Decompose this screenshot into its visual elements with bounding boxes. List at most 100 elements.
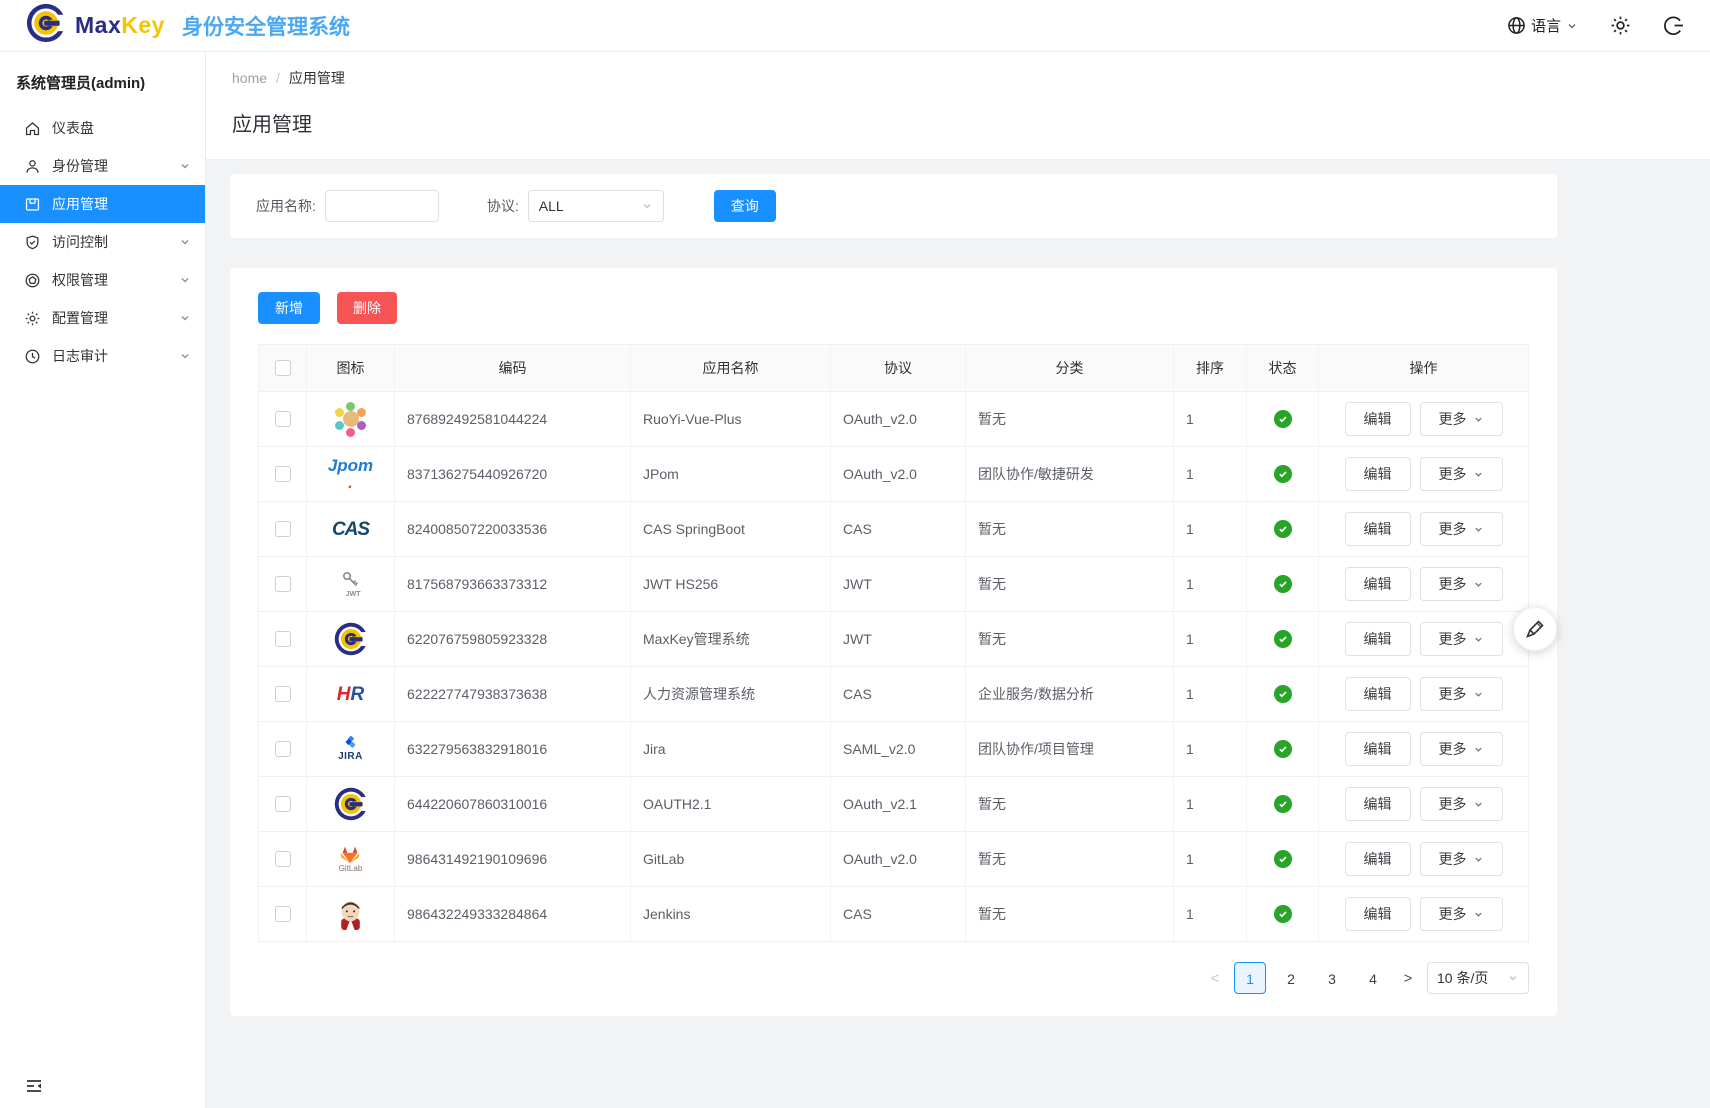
edit-button[interactable]: 编辑 [1345,677,1411,711]
logout-icon[interactable] [1663,15,1684,36]
col-status: 状态 [1247,345,1319,391]
breadcrumb-home[interactable]: home [232,70,267,86]
edit-button[interactable]: 编辑 [1345,457,1411,491]
more-button[interactable]: 更多 [1420,787,1503,821]
delete-button[interactable]: 删除 [337,292,397,324]
more-button[interactable]: 更多 [1420,512,1503,546]
app-icon-cell: JIRA [307,722,395,776]
breadcrumb: home / 应用管理 [232,68,1684,88]
status-enabled-icon [1274,740,1292,758]
protocol-select[interactable]: ALL [528,190,664,222]
more-button[interactable]: 更多 [1420,842,1503,876]
more-button[interactable]: 更多 [1420,897,1503,931]
app-category: 暂无 [966,887,1174,941]
app-icon-cell: Jpom. [307,447,395,501]
edit-button[interactable]: 编辑 [1345,787,1411,821]
chevron-down-icon [1473,634,1484,645]
page-numbers: 1234 [1234,962,1389,994]
more-button[interactable]: 更多 [1420,677,1503,711]
topbar: MaxKey 身份安全管理系统 语言 [0,0,1710,52]
row-checkbox[interactable] [259,557,307,611]
sidebar-item-3[interactable]: 访问控制 [0,223,205,261]
language-selector[interactable]: 语言 [1507,15,1578,36]
next-page-icon[interactable]: > [1398,970,1418,987]
sidebar-item-2[interactable]: 应用管理 [0,185,205,223]
app-name-input[interactable] [325,190,439,222]
chevron-down-icon [1473,689,1484,700]
sidebar-item-0[interactable]: 仪表盘 [0,109,205,147]
actions-cell: 编辑更多 [1319,887,1528,941]
row-checkbox[interactable] [259,722,307,776]
page-button-4[interactable]: 4 [1357,962,1389,994]
edit-button[interactable]: 编辑 [1345,732,1411,766]
row-checkbox[interactable] [259,777,307,831]
more-button[interactable]: 更多 [1420,567,1503,601]
chevron-down-icon [1473,469,1484,480]
theme-tool-button[interactable] [1513,607,1557,651]
app-sort: 1 [1174,612,1247,666]
edit-button[interactable]: 编辑 [1345,567,1411,601]
collapse-sidebar-icon[interactable] [24,1076,44,1096]
col-code: 编码 [395,345,631,391]
row-checkbox[interactable] [259,392,307,446]
more-button[interactable]: 更多 [1420,622,1503,656]
page-button-1[interactable]: 1 [1234,962,1266,994]
app-name: OAUTH2.1 [631,777,831,831]
row-checkbox[interactable] [259,612,307,666]
pagination: < 1234 > 10 条/页 [258,962,1529,994]
app-icon-cell: JWT [307,557,395,611]
app-category: 暂无 [966,832,1174,886]
row-checkbox[interactable] [259,447,307,501]
more-button[interactable]: 更多 [1420,402,1503,436]
chevron-down-icon [179,236,191,248]
page-size-select[interactable]: 10 条/页 [1427,962,1529,994]
row-checkbox[interactable] [259,502,307,556]
edit-button[interactable]: 编辑 [1345,622,1411,656]
ruoyi-logo [333,401,369,437]
actions-cell: 编辑更多 [1319,612,1528,666]
row-checkbox[interactable] [259,667,307,721]
app-protocol: OAuth_v2.0 [831,447,966,501]
app-sort: 1 [1174,722,1247,776]
edit-button[interactable]: 编辑 [1345,897,1411,931]
select-all-checkbox[interactable] [259,345,307,391]
add-button[interactable]: 新增 [258,292,320,324]
app-category: 暂无 [966,777,1174,831]
sidebar-item-1[interactable]: 身份管理 [0,147,205,185]
page-button-2[interactable]: 2 [1275,962,1307,994]
page-button-3[interactable]: 3 [1316,962,1348,994]
chevron-down-icon [1473,579,1484,590]
edit-button[interactable]: 编辑 [1345,512,1411,546]
chevron-down-icon [179,274,191,286]
app-name: CAS SpringBoot [631,502,831,556]
row-checkbox[interactable] [259,832,307,886]
app-icon [24,196,41,213]
edit-button[interactable]: 编辑 [1345,842,1411,876]
app-name: JPom [631,447,831,501]
app-category: 暂无 [966,392,1174,446]
sidebar-item-5[interactable]: 配置管理 [0,299,205,337]
brand-title: 身份安全管理系统 [182,11,350,41]
sidebar-item-6[interactable]: 日志审计 [0,337,205,375]
search-button[interactable]: 查询 [714,190,776,222]
app-protocol: CAS [831,502,966,556]
sidebar: 系统管理员(admin) 仪表盘身份管理应用管理访问控制权限管理配置管理日志审计 [0,52,206,1108]
settings-gear-icon[interactable] [1610,15,1631,36]
row-checkbox[interactable] [259,887,307,941]
more-button[interactable]: 更多 [1420,457,1503,491]
sidebar-item-4[interactable]: 权限管理 [0,261,205,299]
status-enabled-icon [1274,850,1292,868]
chevron-down-icon [1473,799,1484,810]
maxkey-logo [334,622,368,656]
prev-page-icon[interactable]: < [1205,970,1225,987]
actions-cell: 编辑更多 [1319,667,1528,721]
edit-button[interactable]: 编辑 [1345,402,1411,436]
status-enabled-icon [1274,410,1292,428]
chevron-down-icon [1566,20,1578,32]
table-body: 876892492581044224RuoYi-Vue-PlusOAuth_v2… [259,391,1528,942]
table-card: 新增 删除 图标 编码 应用名称 协议 分类 排序 状态 操作 87689249… [230,268,1557,1016]
actions-cell: 编辑更多 [1319,777,1528,831]
table-row: HR622227747938373638人力资源管理系统CAS企业服务/数据分析… [259,666,1528,721]
more-button[interactable]: 更多 [1420,732,1503,766]
app-sort: 1 [1174,667,1247,721]
